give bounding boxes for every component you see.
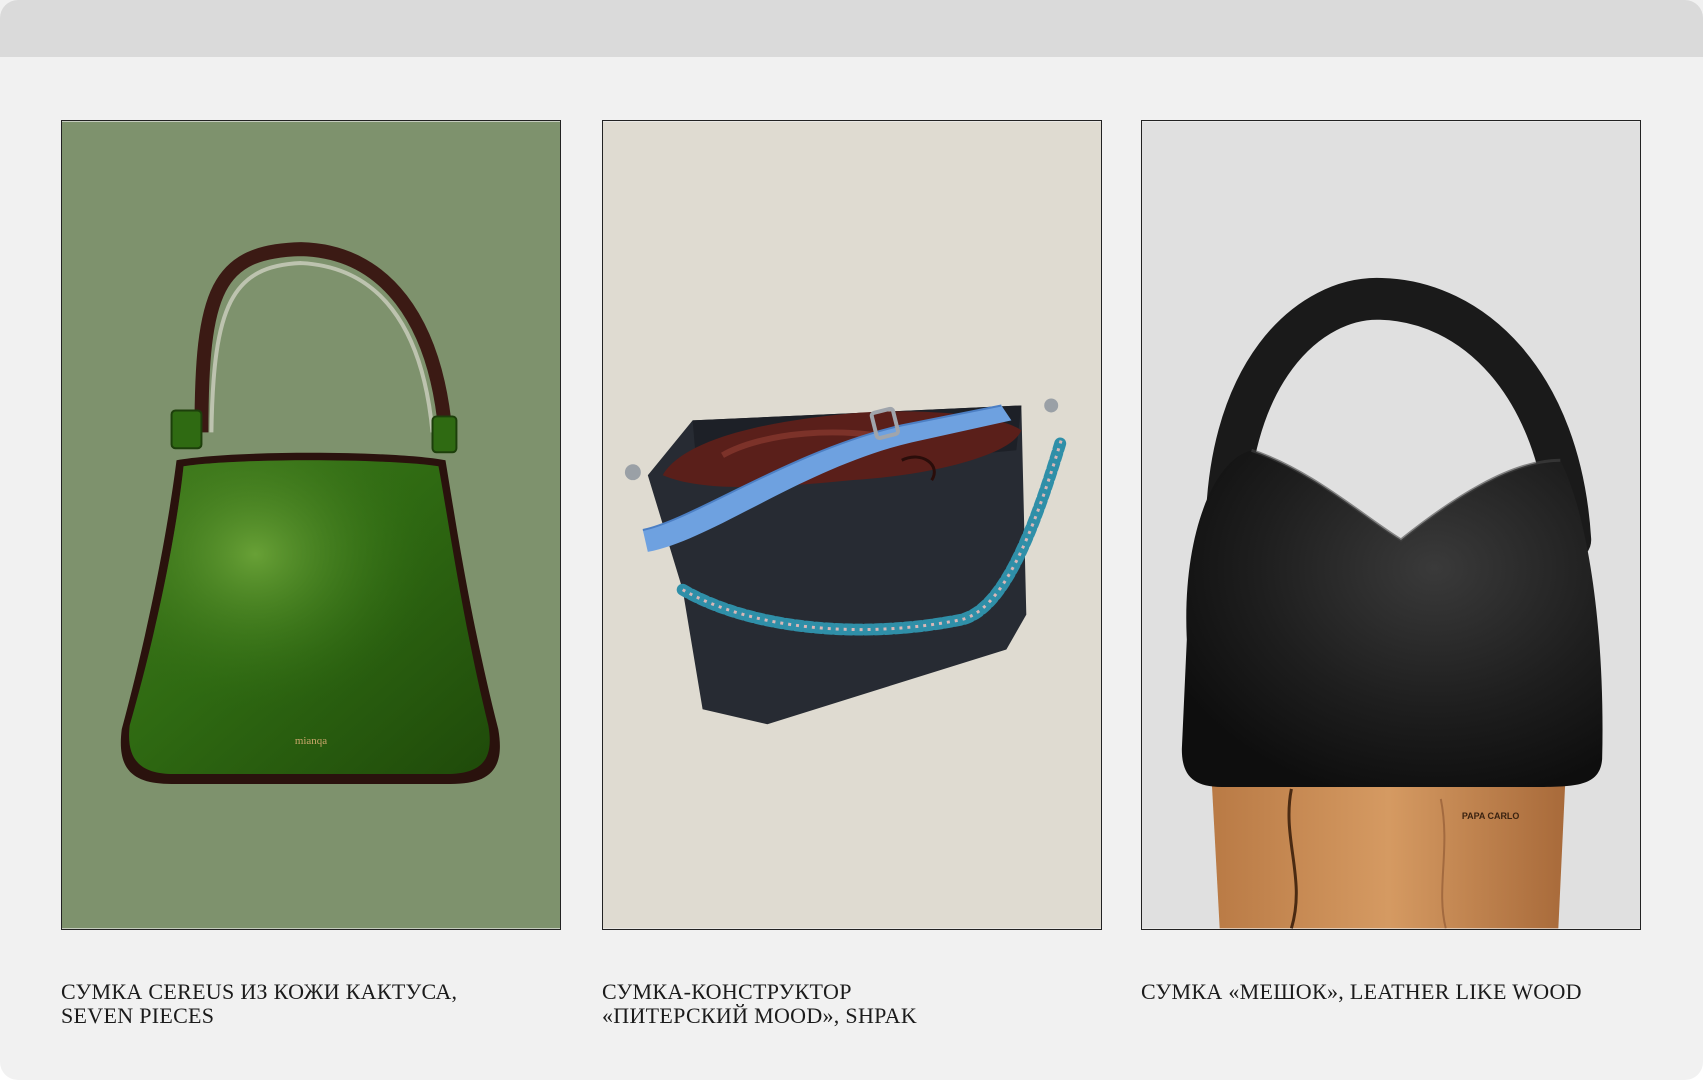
clasp-left xyxy=(624,464,641,481)
buckle-left xyxy=(170,409,203,450)
top-bar xyxy=(0,0,1703,57)
wooden-stand xyxy=(1211,780,1566,929)
caption-line-1: СУМКА-КОНСТРУКТОР xyxy=(602,979,852,1004)
product-card-cereus[interactable]: mianqa xyxy=(61,120,561,930)
shpak-bag-image xyxy=(603,121,1101,929)
caption-line-1: СУМКА «МЕШОК», LEATHER LIKE WOOD xyxy=(1141,979,1582,1004)
caption-line-1: СУМКА CEREUS ИЗ КОЖИ КАКТУСА, xyxy=(61,979,458,1004)
product-card-shpak[interactable] xyxy=(602,120,1102,930)
caption-cereus[interactable]: СУМКА CEREUS ИЗ КОЖИ КАКТУСА, SEVEN PIEC… xyxy=(61,980,581,1028)
caption-meshok[interactable]: СУМКА «МЕШОК», LEATHER LIKE WOOD xyxy=(1141,980,1661,1004)
stand-logo: PAPA CARLO xyxy=(1462,811,1520,821)
meshok-bag-image: PAPA CARLO xyxy=(1142,121,1640,929)
cereus-bag-image: mianqa xyxy=(62,121,560,929)
caption-line-2: «ПИТЕРСКИЙ MOOD», SHPAK xyxy=(602,1003,918,1028)
buckle-right xyxy=(431,415,458,454)
product-card-meshok[interactable]: PAPA CARLO xyxy=(1141,120,1641,930)
page-frame: mianqa PAPA CARLO СУМКА CEREUS ИЗ КОЖИ К… xyxy=(0,0,1703,1080)
caption-shpak[interactable]: СУМКА-КОНСТРУКТОР «ПИТЕРСКИЙ MOOD», SHPA… xyxy=(602,980,1122,1028)
clasp-right xyxy=(1044,398,1059,413)
caption-line-2: SEVEN PIECES xyxy=(61,1003,215,1028)
bag-logo: mianqa xyxy=(295,735,327,747)
